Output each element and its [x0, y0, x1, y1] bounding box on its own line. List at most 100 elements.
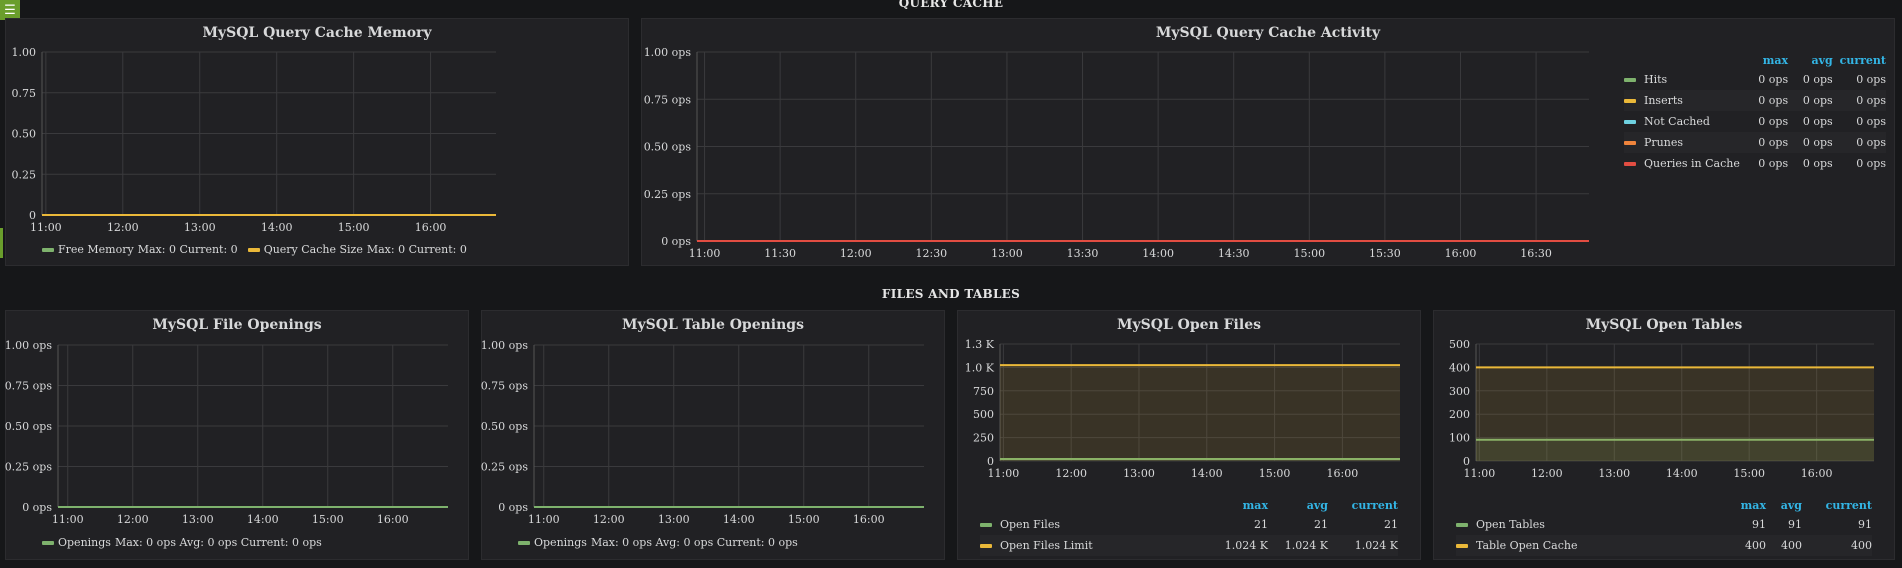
legend-series-name: Free Memory	[58, 243, 134, 256]
legend-swatch	[1456, 523, 1468, 527]
legend-row-open-files[interactable]: Open Files 21 21 21	[980, 514, 1398, 535]
legend-swatch	[1624, 78, 1636, 82]
legend-row-hits[interactable]: Hits 0 ops 0 ops 0 ops	[1624, 69, 1886, 90]
x-tick-label: 16:00	[415, 221, 447, 234]
legend-value-max: 400	[1716, 535, 1766, 556]
x-tick-label: 13:30	[1067, 247, 1099, 260]
y-tick-label: 0.25	[12, 168, 37, 181]
legend-swatch	[42, 540, 54, 545]
y-tick-label: 0.75 ops	[481, 380, 529, 393]
y-tick-label: 0.25 ops	[644, 188, 692, 201]
legend-value-avg: 21	[1314, 518, 1328, 531]
legend-header-max[interactable]: max	[1740, 51, 1788, 69]
legend-value-current: 0 ops	[1856, 73, 1886, 86]
legend-row-not-cached[interactable]: Not Cached 0 ops 0 ops 0 ops	[1624, 111, 1886, 132]
row-title-query-cache[interactable]: QUERY CACHE	[0, 0, 1902, 10]
y-tick-label: 250	[973, 432, 994, 445]
legend-series-stats: Max: 0 ops Avg: 0 ops Current: 0 ops	[114, 536, 322, 549]
legend-value-current: 91	[1858, 518, 1872, 531]
legend-row-open-tables[interactable]: Open Tables 91 91 91	[1456, 514, 1872, 535]
legend-series-name: Openings	[58, 536, 111, 549]
x-tick-label: 11:00	[1464, 467, 1496, 480]
legend-table: max avg current Open Files 21 21 21 Open File…	[980, 496, 1398, 556]
legend-value-avg: 400	[1766, 535, 1802, 556]
legend-series-name: Inserts	[1644, 94, 1683, 107]
legend-header-max[interactable]: max	[1210, 496, 1268, 514]
series-area-table-open-cache	[1476, 367, 1874, 461]
y-tick-label: 300	[1449, 385, 1470, 398]
y-tick-label: 750	[973, 385, 994, 398]
x-tick-label: 11:00	[689, 247, 721, 260]
chart-file-openings: 1.00 ops 0.75 ops 0.50 ops 0.25 ops 0 ops11:…	[5, 339, 448, 526]
legend-series-name: Query Cache Size	[263, 243, 363, 256]
legend-value-max: 1.024 K	[1210, 535, 1268, 556]
x-tick-label: 13:00	[1598, 467, 1630, 480]
y-tick-label: 400	[1449, 361, 1470, 374]
x-tick-label: 16:00	[853, 513, 885, 526]
x-tick-label: 16:30	[1520, 247, 1552, 260]
y-tick-label: 0.50 ops	[644, 141, 692, 154]
legend-swatch	[1624, 99, 1636, 103]
legend-series-name: Queries in Cache	[1644, 157, 1740, 170]
panel-table-openings: MySQL Table Openings 1.00 ops 0.75 ops 0.5…	[481, 310, 945, 560]
legend-series-stats: Max: 0 ops Avg: 0 ops Current: 0 ops	[590, 536, 798, 549]
legend-value-avg: 0 ops	[1802, 73, 1833, 86]
legend-row-open-files-limit[interactable]: Open Files Limit 1.024 K 1.024 K 1.024 K	[980, 535, 1398, 556]
legend: Free Memory Max: 0 Current: 0 Query Cache…	[42, 243, 467, 256]
legend-row-inserts[interactable]: Inserts 0 ops 0 ops 0 ops	[1624, 90, 1886, 111]
legend-value-max: 0 ops	[1758, 115, 1789, 128]
legend-header-avg[interactable]: avg	[1766, 496, 1802, 514]
legend-value-max: 0 ops	[1758, 157, 1789, 170]
legend-item-query-cache-size[interactable]: Query Cache Size Max: 0 Current: 0	[247, 243, 467, 256]
x-tick-label: 12:00	[117, 513, 149, 526]
legend-series-stats: Max: 0 Current: 0	[137, 243, 238, 256]
panel-open-files: MySQL Open Files 1.3 K 1.0 K 750 500 250 0 11:…	[957, 310, 1421, 560]
y-tick-label: 0.50 ops	[5, 420, 53, 433]
legend-series-name: Openings	[534, 536, 587, 549]
x-tick-label: 12:00	[107, 221, 139, 234]
x-tick-label: 16:00	[377, 513, 409, 526]
legend-value-max: 0 ops	[1739, 132, 1789, 153]
legend-value-avg: 0 ops	[1788, 90, 1833, 111]
legend-item-openings[interactable]: Openings Max: 0 ops Avg: 0 ops Current: 0…	[42, 536, 322, 549]
row-marker	[0, 228, 3, 258]
legend-series-name: Prunes	[1644, 136, 1683, 149]
x-tick-label: 14:00	[1666, 467, 1698, 480]
x-tick-label: 12:00	[593, 513, 625, 526]
panel-query-cache-memory: MySQL Query Cache Memory 1.00 0.75 0.50 0.2…	[5, 18, 629, 266]
legend-header-avg[interactable]: avg	[1268, 496, 1328, 514]
legend: Openings Max: 0 ops Avg: 0 ops Current: 0…	[518, 536, 798, 549]
x-tick-label: 11:00	[528, 513, 560, 526]
legend-series-name: Not Cached	[1644, 115, 1710, 128]
legend-swatch	[1624, 120, 1636, 124]
x-tick-label: 12:00	[1055, 467, 1087, 480]
legend-item-openings[interactable]: Openings Max: 0 ops Avg: 0 ops Current: 0…	[518, 536, 798, 549]
legend-row-prunes[interactable]: Prunes 0 ops 0 ops 0 ops	[1624, 132, 1886, 153]
legend-series-name: Open Files	[1000, 518, 1060, 531]
legend-swatch	[980, 544, 992, 548]
legend-value-max: 21	[1254, 518, 1268, 531]
x-tick-label: 14:00	[247, 513, 279, 526]
x-tick-label: 16:00	[1327, 467, 1359, 480]
legend-header-avg[interactable]: avg	[1788, 51, 1832, 69]
y-tick-label: 0.50 ops	[481, 420, 529, 433]
legend-value-current: 0 ops	[1856, 157, 1886, 170]
row-title-files-and-tables[interactable]: FILES AND TABLES	[0, 287, 1902, 301]
legend-header-current[interactable]: current	[1802, 496, 1872, 514]
legend-value-avg: 0 ops	[1802, 157, 1833, 170]
x-tick-label: 14:30	[1218, 247, 1250, 260]
legend-value-current: 0 ops	[1832, 90, 1886, 111]
legend-value-avg: 1.024 K	[1268, 535, 1328, 556]
y-tick-label: 200	[1449, 408, 1470, 421]
legend-value-current: 0 ops	[1832, 132, 1886, 153]
x-tick-label: 16:00	[1801, 467, 1833, 480]
x-tick-label: 15:00	[1733, 467, 1765, 480]
legend-row-queries-in-cache[interactable]: Queries in Cache 0 ops 0 ops 0 ops	[1624, 153, 1886, 174]
legend-header-max[interactable]: max	[1716, 496, 1766, 514]
legend-item-free-memory[interactable]: Free Memory Max: 0 Current: 0	[42, 243, 238, 256]
legend-header-current[interactable]: current	[1328, 496, 1398, 514]
legend-header-current[interactable]: current	[1833, 51, 1886, 69]
legend-swatch	[980, 523, 992, 527]
x-tick-label: 14:00	[1191, 467, 1223, 480]
legend-row-table-open-cache[interactable]: Table Open Cache 400 400 400	[1456, 535, 1872, 556]
